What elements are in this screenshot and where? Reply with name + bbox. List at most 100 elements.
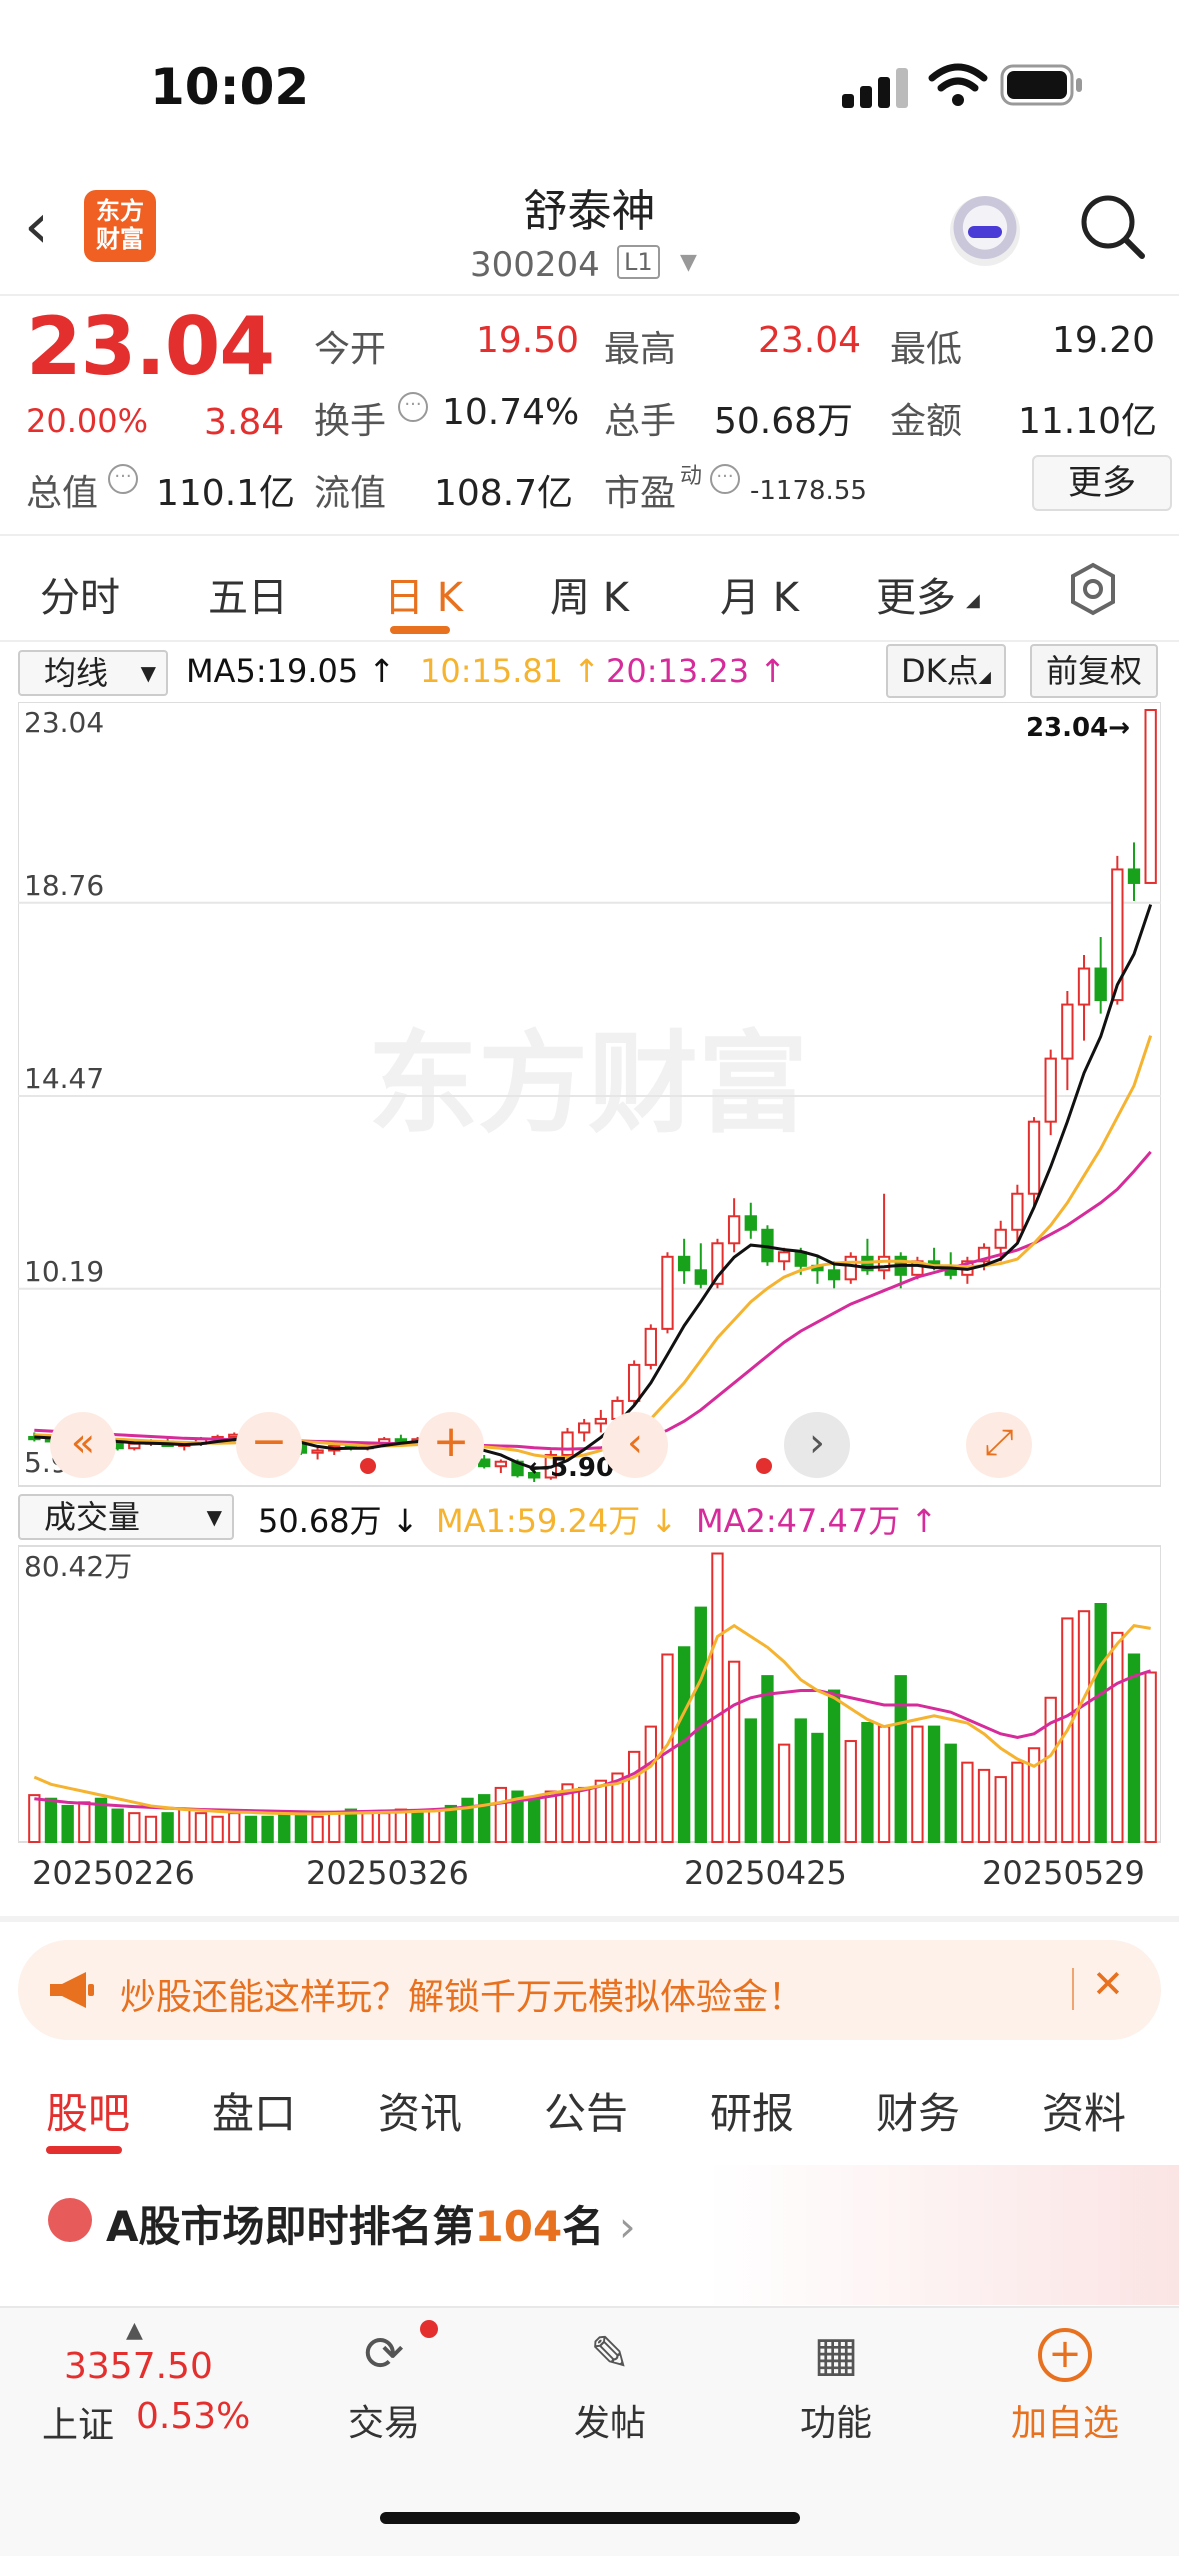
- battery-icon: [1000, 64, 1082, 106]
- tab-more[interactable]: 更多: [876, 565, 956, 623]
- candle-body: [1044, 1057, 1057, 1123]
- tab-forum[interactable]: 股吧: [46, 2080, 130, 2141]
- level-badge: L1: [617, 245, 660, 279]
- next-icon[interactable]: ›: [784, 1412, 850, 1478]
- change-percent: 20.00%: [26, 402, 149, 440]
- volume-bar: [28, 1794, 41, 1843]
- volume-bar: [478, 1794, 491, 1843]
- tab-profile[interactable]: 资料: [1042, 2080, 1126, 2141]
- candle-body: [478, 1458, 491, 1468]
- close-icon[interactable]: ✕: [1092, 1962, 1124, 2006]
- nav-functions[interactable]: 功能: [776, 2394, 896, 2446]
- date-label: 20250326: [306, 1854, 469, 1892]
- volume-bar: [378, 1812, 391, 1844]
- nav-trade[interactable]: 交易: [324, 2394, 444, 2446]
- kline-chart[interactable]: 东方财富 23.0418.7614.4710.195.9023.04→←5.90…: [18, 702, 1161, 1912]
- index-value[interactable]: 3357.50: [64, 2346, 213, 2387]
- volume-bar: [761, 1675, 774, 1843]
- fullscreen-icon[interactable]: ⤢: [966, 1412, 1032, 1478]
- divider: [1072, 1968, 1074, 2010]
- candle-body: [727, 1215, 741, 1245]
- info-icon[interactable]: ···: [398, 392, 428, 422]
- home-indicator: [380, 2512, 800, 2524]
- candle-body: [777, 1251, 791, 1263]
- volume-bar: [711, 1552, 724, 1843]
- adjust-button[interactable]: 前复权: [1030, 644, 1158, 698]
- tab-financials[interactable]: 财务: [876, 2080, 960, 2141]
- high-label: 最高: [604, 329, 677, 370]
- price-axis-label: 14.47: [24, 1062, 104, 1095]
- current-price: 23.04: [26, 300, 275, 393]
- more-button[interactable]: 更多: [1032, 455, 1172, 511]
- candle-body: [494, 1460, 508, 1468]
- zoom-out-icon[interactable]: −: [236, 1412, 302, 1478]
- price-axis-label: 10.19: [24, 1255, 104, 1288]
- index-name[interactable]: 上证: [42, 2396, 114, 2448]
- tab-news[interactable]: 资讯: [378, 2080, 462, 2141]
- tab-intraday[interactable]: 分时: [40, 565, 120, 623]
- promo-text[interactable]: 炒股还能这样玩？解锁千万元模拟体验金！: [120, 1968, 804, 2020]
- date-label: 20250529: [982, 1854, 1145, 1892]
- volume-bar: [961, 1761, 974, 1843]
- volume-indicator-select[interactable]: 成交量 ▼: [18, 1494, 234, 1540]
- pe-dynamic-sup: 动: [680, 464, 703, 489]
- stock-code[interactable]: 300204: [470, 245, 600, 285]
- tab-orderbook[interactable]: 盘口: [212, 2080, 296, 2141]
- tab-weekly-k[interactable]: 周 K: [550, 565, 629, 623]
- assistant-avatar[interactable]: [950, 196, 1020, 266]
- caret-up-icon: ▲: [126, 2318, 143, 2343]
- volume-bar: [428, 1808, 441, 1844]
- volume-bar: [744, 1718, 757, 1843]
- volume-bar: [1094, 1602, 1107, 1844]
- tab-announcements[interactable]: 公告: [544, 2080, 628, 2141]
- dk-point-button[interactable]: DK点◢: [886, 644, 1006, 698]
- event-dot[interactable]: [756, 1458, 772, 1474]
- settings-icon[interactable]: [1066, 562, 1120, 616]
- amount-value: 11.10亿: [1018, 401, 1158, 442]
- caret-down-icon: ◢: [966, 590, 980, 611]
- volume-bar: [328, 1812, 341, 1844]
- nav-add-watchlist[interactable]: 加自选: [1000, 2394, 1130, 2446]
- scroll-left-icon[interactable]: «: [50, 1412, 116, 1478]
- volume-bar: [128, 1812, 141, 1844]
- indicator-select[interactable]: 均线 ▼: [18, 650, 168, 696]
- tab-research[interactable]: 研报: [710, 2080, 794, 2141]
- candle-body: [694, 1269, 707, 1285]
- candle-body: [1077, 967, 1091, 1006]
- yen-cycle-icon[interactable]: ⟳: [344, 2326, 424, 2382]
- volume-bar: [644, 1725, 657, 1844]
- volume-bar: [394, 1808, 408, 1844]
- turnover-value: 10.74%: [442, 392, 580, 433]
- change-amount: 3.84: [204, 402, 285, 443]
- zoom-in-icon[interactable]: +: [418, 1412, 484, 1478]
- search-icon[interactable]: [1078, 192, 1148, 262]
- prev-icon[interactable]: ‹: [602, 1412, 668, 1478]
- grid-icon[interactable]: ▦: [796, 2326, 876, 2382]
- tab-daily-k[interactable]: 日 K: [384, 565, 463, 623]
- status-time: 10:02: [150, 58, 310, 116]
- volume-label: 总手: [604, 401, 677, 442]
- date-label: 20250425: [684, 1854, 847, 1892]
- tab-monthly-k[interactable]: 月 K: [720, 565, 799, 623]
- candle-body: [578, 1422, 591, 1434]
- divider: [0, 534, 1179, 536]
- edit-icon[interactable]: ✎: [570, 2326, 650, 2382]
- volume-bar: [594, 1779, 607, 1844]
- ranking-text[interactable]: A股市场即时排名第104名 ›: [106, 2193, 636, 2254]
- nav-post[interactable]: 发帖: [550, 2394, 670, 2446]
- volume-bar: [861, 1721, 874, 1844]
- index-change[interactable]: 0.53%: [136, 2396, 250, 2437]
- volume-bar: [1011, 1761, 1024, 1843]
- add-circle-icon[interactable]: +: [1038, 2328, 1092, 2382]
- candle-body: [677, 1255, 691, 1272]
- volume-bar: [844, 1740, 857, 1844]
- info-icon[interactable]: ···: [108, 464, 138, 494]
- info-icon[interactable]: ···: [710, 464, 740, 494]
- event-dot[interactable]: [360, 1458, 376, 1474]
- candle-body: [1127, 868, 1141, 884]
- tab-five-day[interactable]: 五日: [208, 565, 288, 623]
- volume-bar: [278, 1812, 291, 1844]
- caret-down-icon[interactable]: ▼: [680, 250, 697, 275]
- watermark: 东方财富: [368, 1020, 808, 1148]
- market-cap-value: 110.1亿: [156, 473, 296, 514]
